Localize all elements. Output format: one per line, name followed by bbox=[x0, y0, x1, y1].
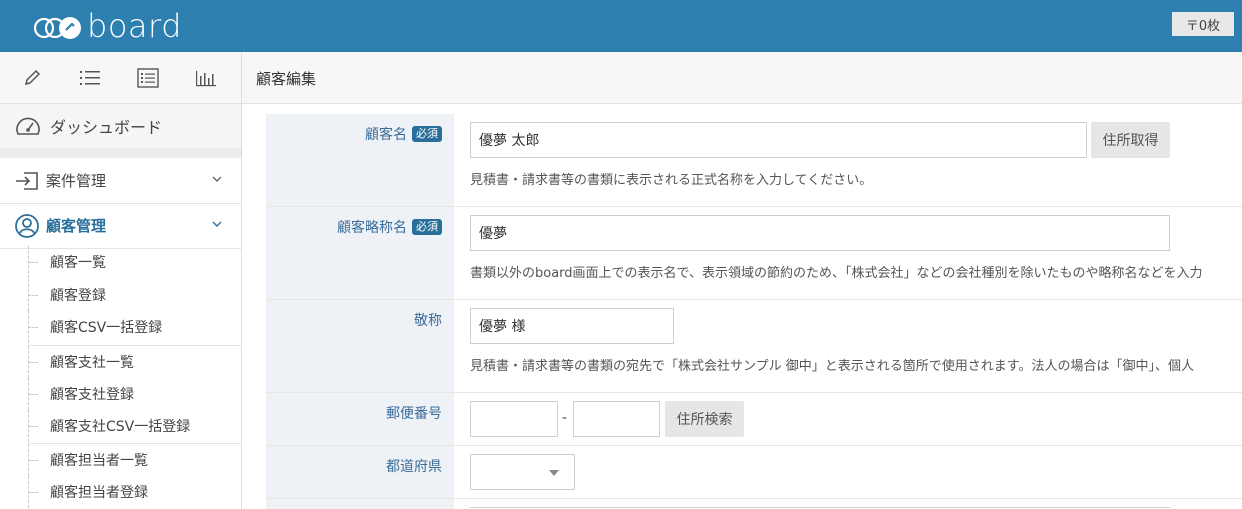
help-text: 見積書・請求書等の書類に表示される正式名称を入力してください。 bbox=[470, 173, 873, 188]
customer-edit-form: 顧客名 必須 優夢 太郎 住所取得 見積書・請求書等の書類に表示される正式名称を… bbox=[266, 114, 1242, 509]
sidebar: ダッシュボード 案件管理 顧客管理 顧客一覧 顧客登録 顧客CSV一括登録 顧客… bbox=[0, 104, 242, 509]
sidebar-subitem-label: 顧客CSV一括登録 bbox=[50, 320, 163, 336]
sidebar-subitem-branch-csv[interactable]: 顧客支社CSV一括登録 bbox=[0, 410, 241, 442]
pencil-icon[interactable] bbox=[20, 66, 44, 90]
field-label: 顧客名 bbox=[365, 127, 407, 143]
sidebar-subitem-label: 顧客担当者一覧 bbox=[50, 453, 148, 469]
field-label: 顧客略称名 bbox=[337, 220, 407, 236]
short-name-input[interactable]: 優夢 bbox=[470, 215, 1170, 251]
address-search-button[interactable]: 住所検索 bbox=[665, 401, 744, 437]
page-title-bar: 顧客編集 bbox=[242, 52, 1242, 104]
sidebar-divider bbox=[0, 148, 241, 158]
board-logo[interactable]: board bbox=[33, 8, 182, 44]
prefecture-select[interactable] bbox=[470, 454, 575, 490]
sidebar-subitem-label: 顧客支社CSV一括登録 bbox=[50, 419, 191, 435]
sidebar-item-label: ダッシュボード bbox=[50, 118, 163, 137]
sidebar-subitem-branch-list[interactable]: 顧客支社一覧 bbox=[0, 346, 241, 378]
customer-name-input[interactable]: 優夢 太郎 bbox=[470, 122, 1087, 158]
chevron-down-icon bbox=[212, 176, 222, 182]
field-label: 敬称 bbox=[414, 313, 442, 329]
sidebar-subitem-label: 顧客登録 bbox=[50, 288, 106, 304]
logo-icon bbox=[33, 17, 81, 39]
quick-toolbar bbox=[0, 52, 242, 104]
postal-code-second-input[interactable] bbox=[573, 401, 660, 437]
sidebar-subitem-customer-list[interactable]: 顧客一覧 bbox=[0, 246, 241, 278]
sidebar-subitem-branch-register[interactable]: 顧客支社登録 bbox=[0, 378, 241, 410]
postal-count-badge[interactable]: 〒0枚 bbox=[1172, 12, 1234, 36]
honorific-input[interactable]: 優夢 様 bbox=[470, 308, 674, 344]
chart-icon[interactable] bbox=[194, 66, 218, 90]
detail-list-icon[interactable] bbox=[136, 66, 160, 90]
enter-icon bbox=[16, 171, 38, 190]
form-row-prefecture: 都道府県 bbox=[266, 446, 1242, 499]
sidebar-item-label: 案件管理 bbox=[46, 172, 107, 190]
sidebar-item-projects[interactable]: 案件管理 bbox=[0, 158, 241, 204]
form-row-short-name: 顧客略称名 必須 優夢 書類以外のboard画面上での表示名で、表示領域の節約の… bbox=[266, 207, 1242, 300]
field-label: 郵便番号 bbox=[386, 406, 442, 422]
help-text: 見積書・請求書等の書類の宛先で「株式会社サンプル 御中」と表示される箇所で使用さ… bbox=[470, 359, 1194, 374]
sidebar-subitem-customer-csv[interactable]: 顧客CSV一括登録 bbox=[0, 311, 241, 343]
sidebar-item-label: 顧客管理 bbox=[46, 217, 107, 235]
postal-separator: - bbox=[562, 410, 568, 426]
top-header: board 〒0枚 bbox=[0, 0, 1242, 52]
list-icon[interactable] bbox=[78, 66, 102, 90]
fetch-address-button[interactable]: 住所取得 bbox=[1091, 122, 1170, 158]
form-row-customer-name: 顧客名 必須 優夢 太郎 住所取得 見積書・請求書等の書類に表示される正式名称を… bbox=[266, 114, 1242, 207]
field-label: 都道府県 bbox=[386, 459, 442, 475]
sidebar-item-customers[interactable]: 顧客管理 bbox=[0, 203, 241, 249]
sidebar-item-dashboard[interactable]: ダッシュボード bbox=[0, 104, 241, 148]
sidebar-subitem-label: 顧客支社一覧 bbox=[50, 355, 134, 371]
page-title: 顧客編集 bbox=[256, 70, 317, 88]
sidebar-subitem-contact-register[interactable]: 顧客担当者登録 bbox=[0, 476, 241, 508]
sidebar-subitem-customer-register[interactable]: 顧客登録 bbox=[0, 279, 241, 311]
sidebar-subitem-label: 顧客支社登録 bbox=[50, 387, 134, 403]
form-row-honorific: 敬称 優夢 様 見積書・請求書等の書類の宛先で「株式会社サンプル 御中」と表示さ… bbox=[266, 300, 1242, 393]
user-circle-icon bbox=[15, 213, 39, 238]
help-text: 書類以外のboard画面上での表示名で、表示領域の節約のため、「株式会社」などの… bbox=[470, 266, 1203, 281]
required-badge: 必須 bbox=[412, 126, 442, 142]
form-row-next bbox=[266, 499, 1242, 509]
sidebar-subitem-label: 顧客一覧 bbox=[50, 255, 106, 271]
dashboard-gauge-icon bbox=[16, 117, 40, 135]
form-row-postal-code: 郵便番号 - 住所検索 bbox=[266, 393, 1242, 446]
chevron-down-icon bbox=[212, 221, 222, 227]
postal-code-first-input[interactable] bbox=[470, 401, 558, 437]
dropdown-arrow-icon bbox=[549, 470, 559, 476]
required-badge: 必須 bbox=[412, 219, 442, 235]
sidebar-subitem-label: 顧客担当者登録 bbox=[50, 485, 148, 501]
brand-name: board bbox=[87, 7, 182, 45]
sidebar-subitem-contact-list[interactable]: 顧客担当者一覧 bbox=[0, 444, 241, 476]
